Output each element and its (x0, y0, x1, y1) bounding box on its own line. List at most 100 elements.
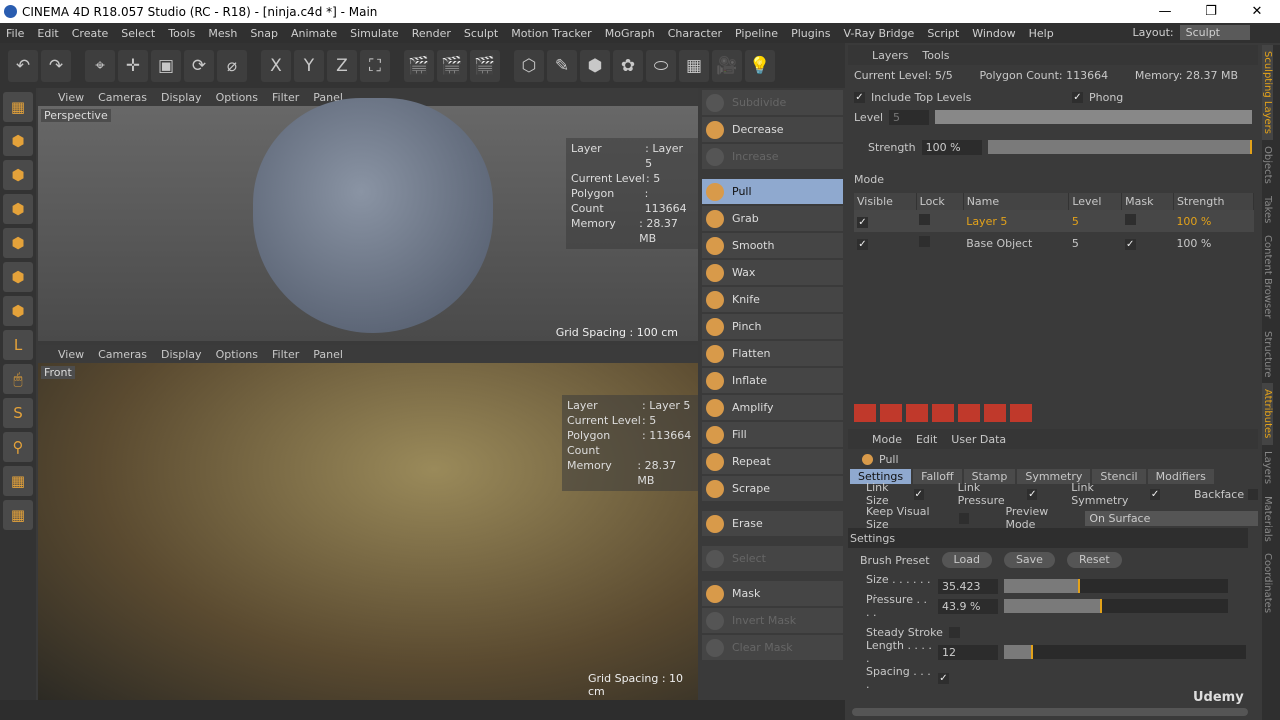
viewport-front[interactable]: View Cameras Display Options Filter Panel Fro… (38, 345, 698, 700)
menu-motion-tracker[interactable]: Motion Tracker (511, 27, 591, 40)
viewport-menu-options[interactable]: Options (216, 91, 258, 104)
viewport-menu-cameras[interactable]: Cameras (98, 348, 147, 361)
menu-select[interactable]: Select (121, 27, 155, 40)
link-symmetry-checkbox[interactable]: ✓ (1150, 488, 1160, 500)
brush-decrease[interactable]: Decrease (702, 117, 843, 142)
toolbar-tool-icon[interactable]: 🎬 (470, 49, 500, 82)
menu-animate[interactable]: Animate (291, 27, 337, 40)
brush-subdivide[interactable]: Subdivide (702, 90, 843, 115)
link-size-checkbox[interactable]: ✓ (913, 488, 924, 500)
brush-increase[interactable]: Increase (702, 144, 843, 169)
viewport-menu-view[interactable]: View (58, 348, 84, 361)
toolbar-tool-icon[interactable]: 🎬 (437, 49, 467, 82)
layer-b-icon[interactable] (958, 404, 980, 422)
brush-smooth[interactable]: Smooth (702, 233, 843, 258)
preview-mode-select[interactable]: On Surface (1085, 510, 1258, 526)
column-header-lock[interactable]: Lock (916, 193, 964, 210)
toolbar-tool-icon[interactable]: ⬡ (514, 49, 544, 82)
toolbar-tool-icon[interactable]: ↶ (8, 49, 38, 82)
toolbar-tool-icon[interactable]: 🎥 (712, 49, 742, 82)
layer-name[interactable]: Layer 5 (963, 210, 1069, 232)
layer-name[interactable]: Base Object (963, 232, 1069, 254)
toolbar-tool-icon[interactable]: ⬭ (646, 49, 676, 82)
mode-tool-icon[interactable]: ▦ (3, 466, 33, 496)
toolbar-tool-icon[interactable]: Y (294, 49, 324, 82)
side-tab-coordinates[interactable]: Coordinates (1262, 547, 1273, 619)
toolbar-tool-icon[interactable]: ⛶ (360, 49, 390, 82)
strength-field[interactable]: 100 % (921, 139, 982, 155)
toolbar-tool-icon[interactable]: Z (327, 49, 357, 82)
menu-character[interactable]: Character (668, 27, 722, 40)
menu-edit[interactable]: Edit (37, 27, 58, 40)
layer-c-icon[interactable] (984, 404, 1006, 422)
side-tab-content-browser[interactable]: Content Browser (1262, 229, 1273, 324)
toolbar-tool-icon[interactable]: ⌖ (85, 49, 115, 82)
reset-button[interactable]: Reset (1066, 552, 1122, 568)
menu-mode[interactable]: Mode (872, 433, 902, 446)
menu-sculpt[interactable]: Sculpt (464, 27, 498, 40)
brush-wax[interactable]: Wax (702, 260, 843, 285)
brush-pinch[interactable]: Pinch (702, 314, 843, 339)
layout-select[interactable]: Sculpt (1179, 25, 1250, 40)
toolbar-tool-icon[interactable]: ▣ (151, 49, 181, 82)
side-tab-objects[interactable]: Objects (1262, 140, 1273, 190)
menu-render[interactable]: Render (412, 27, 451, 40)
menu-layers[interactable]: Layers (872, 49, 908, 62)
menu-file[interactable]: File (6, 27, 24, 40)
menu-pipeline[interactable]: Pipeline (735, 27, 778, 40)
side-tab-structure[interactable]: Structure (1262, 325, 1273, 384)
viewport-perspective[interactable]: View Cameras Display Options Filter Panel Per… (38, 88, 698, 341)
brush-clear-mask[interactable]: Clear Mask (702, 635, 843, 660)
viewport-menu-display[interactable]: Display (161, 348, 202, 361)
menu-create[interactable]: Create (72, 27, 109, 40)
save-button[interactable]: Save (1003, 552, 1055, 568)
brush-invert-mask[interactable]: Invert Mask (702, 608, 843, 633)
mode-tool-icon[interactable]: ⬢ (3, 194, 33, 224)
link-pressure-checkbox[interactable]: ✓ (1027, 488, 1038, 500)
mode-tool-icon[interactable]: ⬢ (3, 228, 33, 258)
menu-v-ray-bridge[interactable]: V-Ray Bridge (843, 27, 914, 40)
toolbar-tool-icon[interactable]: 💡 (745, 49, 775, 82)
tab-modifiers[interactable]: Modifiers (1147, 469, 1214, 484)
length-field[interactable]: 12 (938, 644, 998, 660)
viewport-menu-options[interactable]: Options (216, 348, 258, 361)
mode-tool-icon[interactable]: ⚲ (3, 432, 33, 462)
menu-simulate[interactable]: Simulate (350, 27, 399, 40)
side-tab-attributes[interactable]: Attributes (1262, 383, 1273, 445)
steady-stroke-checkbox[interactable] (948, 626, 960, 638)
toolbar-tool-icon[interactable]: ✛ (118, 49, 148, 82)
visible-cell[interactable]: ✓ (854, 232, 916, 254)
brush-repeat[interactable]: Repeat (702, 449, 843, 474)
mode-tool-icon[interactable]: ▦ (3, 500, 33, 530)
settings-section-header[interactable]: Settings (850, 532, 895, 545)
mode-tool-icon[interactable]: L (3, 330, 33, 360)
lock-cell[interactable] (916, 210, 963, 232)
keep-visual-size-checkbox[interactable] (958, 512, 970, 524)
brush-fill[interactable]: Fill (702, 422, 843, 447)
mode-tool-icon[interactable]: ▦ (3, 92, 33, 122)
viewport-menu-filter[interactable]: Filter (272, 348, 299, 361)
menu-snap[interactable]: Snap (250, 27, 278, 40)
menu-window[interactable]: Window (972, 27, 1015, 40)
viewport-menu-filter[interactable]: Filter (272, 91, 299, 104)
column-header-level[interactable]: Level (1068, 193, 1123, 210)
layer-row[interactable]: ✓ Layer 5 5 100 % (854, 210, 1254, 232)
size-slider[interactable] (1004, 579, 1228, 593)
horizontal-scrollbar[interactable] (852, 708, 1248, 716)
viewport-menu-panel[interactable]: Panel (313, 348, 343, 361)
lock-cell[interactable] (916, 232, 963, 254)
mask-checkbox[interactable]: ✓ (1124, 238, 1136, 250)
minimize-button[interactable]: — (1142, 0, 1188, 23)
brush-mask[interactable]: Mask (702, 581, 843, 606)
new-folder-icon[interactable] (880, 404, 902, 422)
layer-a-icon[interactable] (932, 404, 954, 422)
toolbar-tool-icon[interactable]: ✿ (613, 49, 643, 82)
brush-pull[interactable]: Pull (702, 179, 843, 204)
menu-mesh[interactable]: Mesh (208, 27, 237, 40)
menu-edit[interactable]: Edit (916, 433, 937, 446)
mask-cell[interactable]: ✓ (1122, 232, 1174, 254)
brush-erase[interactable]: Erase (702, 511, 843, 536)
brush-inflate[interactable]: Inflate (702, 368, 843, 393)
viewport-menu-cameras[interactable]: Cameras (98, 91, 147, 104)
layer-row[interactable]: ✓ Base Object 5 ✓ 100 % (854, 232, 1254, 254)
